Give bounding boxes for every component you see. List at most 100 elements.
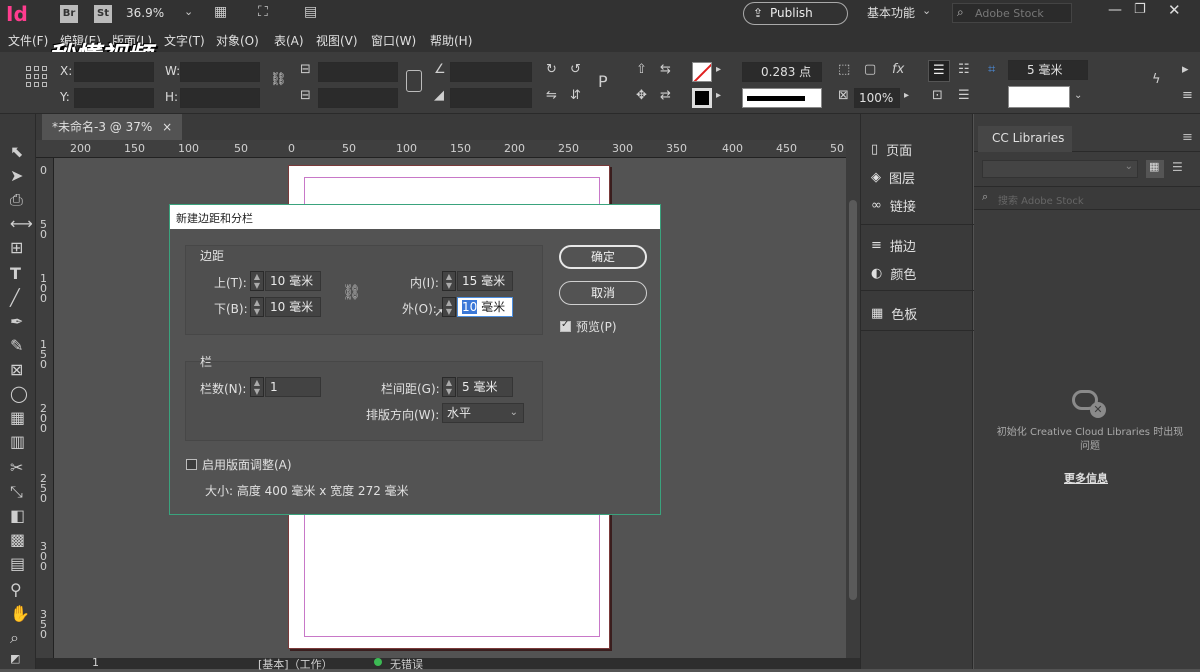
menu-type[interactable]: 文字(T) xyxy=(164,32,205,49)
ellipse-tool-icon[interactable]: ◯ xyxy=(10,384,28,403)
minimize-icon[interactable]: — xyxy=(1108,2,1122,18)
content-collector-icon[interactable]: ⊞ xyxy=(10,238,23,257)
shear-field[interactable] xyxy=(450,88,532,108)
outside-margin-stepper[interactable]: ▲ ▼ xyxy=(442,297,456,317)
more-info-link[interactable]: 更多信息 xyxy=(1064,470,1108,486)
vertical-scrollbar[interactable] xyxy=(846,140,860,658)
hand-tool-icon[interactable]: ✋ xyxy=(10,604,30,623)
text-wrap-bbox-icon[interactable]: ☷ xyxy=(958,62,970,77)
zoom-level[interactable]: 36.9% xyxy=(126,6,164,20)
panel-menu-icon[interactable]: ≡ xyxy=(1182,130,1193,145)
rectangle-frame-tool-icon[interactable]: ⊠ xyxy=(10,360,23,379)
gutter-input[interactable]: 5 毫米 xyxy=(457,377,513,397)
rotate-ccw-icon[interactable]: ↺ xyxy=(570,62,581,77)
stroke-weight-field[interactable]: 0.283 点 xyxy=(742,62,822,82)
menu-file[interactable]: 文件(F) xyxy=(8,32,48,49)
stock-button[interactable]: St xyxy=(94,5,112,23)
menu-window[interactable]: 窗口(W) xyxy=(371,32,416,49)
stroke-type-select[interactable] xyxy=(742,88,822,108)
broken-chain-icon[interactable]: ⛓ xyxy=(342,283,361,301)
arrange-documents-icon[interactable]: ▤ xyxy=(304,4,317,20)
select-container-icon[interactable]: ⇧ xyxy=(636,62,647,77)
text-wrap-shape-icon[interactable]: ⊡ xyxy=(932,88,943,103)
scissors-tool-icon[interactable]: ✂ xyxy=(10,458,23,477)
preflight-status-label[interactable]: 无错误 xyxy=(390,656,423,672)
opacity-field[interactable]: 100% xyxy=(854,88,900,108)
fill-stroke-icon[interactable]: ◩ xyxy=(10,652,20,665)
flip-horizontal-icon[interactable]: ⇋ xyxy=(546,88,557,103)
top-margin-input[interactable]: 10 毫米 xyxy=(265,271,321,291)
stock-search-input[interactable]: ⌕ Adobe Stock xyxy=(952,3,1072,23)
reference-point-icon[interactable] xyxy=(26,66,48,96)
page-number-field[interactable]: 1 xyxy=(92,656,99,669)
object-style-select[interactable] xyxy=(1008,86,1070,108)
free-transform-tool-icon[interactable]: ⤡ xyxy=(10,482,23,502)
selection-tool-icon[interactable]: ⬉ xyxy=(10,142,23,161)
inside-margin-input[interactable]: 15 毫米 xyxy=(457,271,513,291)
page-tool-icon[interactable]: ⎙ xyxy=(10,190,23,210)
rotate-field[interactable] xyxy=(450,62,532,82)
y-field[interactable] xyxy=(74,88,154,108)
close-window-icon[interactable]: ✕ xyxy=(1168,1,1181,19)
rotate-cw-icon[interactable]: ↻ xyxy=(546,62,557,77)
inside-margin-stepper[interactable]: ▲ ▼ xyxy=(442,271,456,291)
color-panel-button[interactable]: ◐ 颜色 xyxy=(871,264,916,283)
control-menu-icon[interactable]: ≡ xyxy=(1182,88,1193,103)
table-tool-icon[interactable]: ▦ xyxy=(10,408,25,427)
library-select[interactable]: ⌄ xyxy=(982,160,1138,178)
stroke-swatch[interactable] xyxy=(692,88,712,108)
quick-apply-icon[interactable]: ϟ xyxy=(1152,72,1161,87)
restore-icon[interactable]: ❐ xyxy=(1134,2,1146,17)
top-margin-stepper[interactable]: ▲ ▼ xyxy=(250,271,264,291)
panel-menu-icon[interactable]: ▸ xyxy=(1182,62,1189,77)
type-tool-icon[interactable]: T xyxy=(10,264,21,283)
links-panel-button[interactable]: ∞ 链接 xyxy=(871,196,916,215)
width-field[interactable] xyxy=(180,62,260,82)
gutter-field[interactable]: 5 毫米 xyxy=(1008,60,1088,80)
master-page-label[interactable]: [基本]（工作） xyxy=(258,656,333,672)
zoom-tool-icon[interactable]: ⌕ xyxy=(10,628,19,648)
note-tool-icon[interactable]: ▤ xyxy=(10,554,25,573)
view-options-icon[interactable]: ▦ xyxy=(214,4,227,20)
auto-fit-icon[interactable]: ⌗ xyxy=(988,62,995,77)
effects-icon[interactable]: fx xyxy=(892,62,904,77)
select-previous-icon[interactable]: ⇆ xyxy=(660,62,671,77)
swatches-panel-button[interactable]: ▦ 色板 xyxy=(871,304,917,323)
opacity-arrow-icon[interactable]: ▸ xyxy=(904,90,909,101)
list-view-icon[interactable]: ☰ xyxy=(1170,160,1188,178)
grid-view-icon[interactable]: ▦ xyxy=(1146,160,1164,178)
x-field[interactable] xyxy=(74,62,154,82)
frame-fitting-icon[interactable]: ⬚ xyxy=(838,62,850,77)
columns-count-stepper[interactable]: ▲ ▼ xyxy=(250,377,264,397)
cc-search-input[interactable]: ⌕ 搜索 Adobe Stock xyxy=(974,186,1200,210)
gap-tool-icon[interactable]: ⟷ xyxy=(10,214,33,233)
gradient-swatch-tool-icon[interactable]: ◧ xyxy=(10,506,25,525)
columns-count-input[interactable]: 1 xyxy=(265,377,321,397)
object-style-dropdown-icon[interactable]: ⌄ xyxy=(1074,90,1082,101)
select-next-icon[interactable]: ⇄ xyxy=(660,88,671,103)
gutter-stepper[interactable]: ▲ ▼ xyxy=(442,377,456,397)
constrain-scale-icon[interactable] xyxy=(406,70,422,92)
text-wrap-none-icon[interactable]: ☰ xyxy=(928,60,950,82)
outside-margin-input[interactable]: 10 毫米 xyxy=(457,297,513,317)
workspace-dropdown-icon[interactable]: ⌄ xyxy=(922,4,931,17)
zoom-dropdown-icon[interactable]: ⌄ xyxy=(184,5,193,18)
select-content-icon[interactable]: ✥ xyxy=(636,88,647,103)
height-field[interactable] xyxy=(180,88,260,108)
grid-tool-icon[interactable]: ▥ xyxy=(10,432,25,451)
layout-adjust-checkbox[interactable] xyxy=(186,459,197,470)
eyedropper-tool-icon[interactable]: ⚲ xyxy=(10,580,22,599)
gradient-feather-tool-icon[interactable]: ▩ xyxy=(10,530,25,549)
scrollbar-thumb[interactable] xyxy=(849,200,857,600)
text-wrap-jump-icon[interactable]: ☰ xyxy=(958,88,970,103)
pencil-tool-icon[interactable]: ✎ xyxy=(10,336,23,355)
cancel-button[interactable]: 取消 xyxy=(559,281,647,305)
stroke-dropdown-icon[interactable]: ▸ xyxy=(716,90,721,101)
bottom-margin-stepper[interactable]: ▲ ▼ xyxy=(250,297,264,317)
layers-panel-button[interactable]: ◈ 图层 xyxy=(871,168,915,187)
drop-shadow-icon[interactable]: ▢ xyxy=(864,62,876,77)
direct-selection-tool-icon[interactable]: ➤ xyxy=(10,166,23,185)
menu-view[interactable]: 视图(V) xyxy=(316,32,358,49)
menu-table[interactable]: 表(A) xyxy=(274,32,304,49)
pages-panel-button[interactable]: ▯ 页面 xyxy=(871,140,912,159)
